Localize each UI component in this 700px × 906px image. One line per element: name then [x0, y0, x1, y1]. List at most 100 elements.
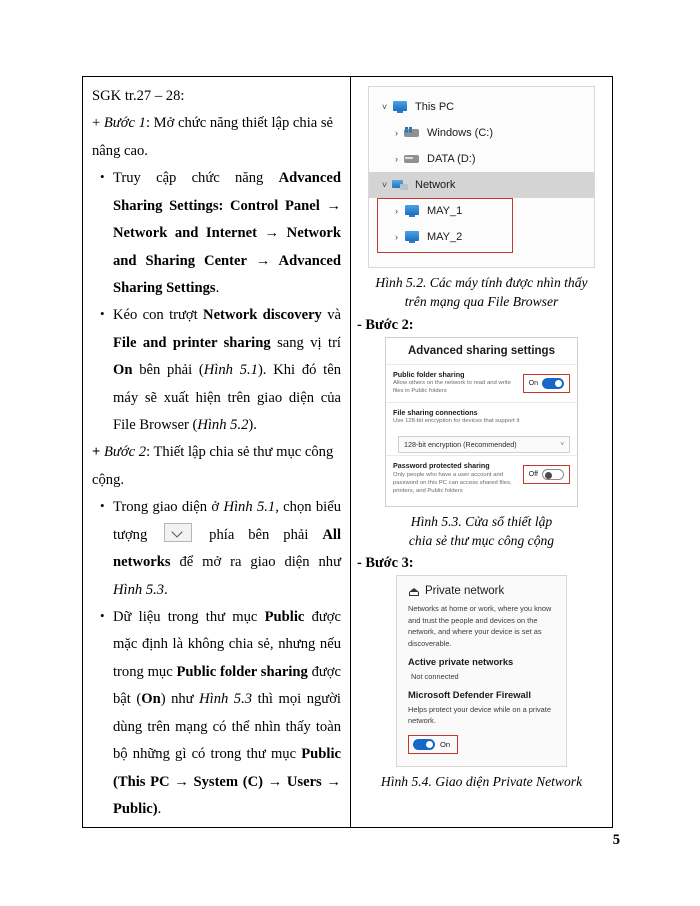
source-reference: SGK tr.27 – 28: — [92, 88, 185, 104]
figure-reference: Hình 5.2 — [197, 417, 249, 434]
section-public-folder-sharing: Public folder sharing Allow others on th… — [386, 363, 577, 402]
public-folder-sharing-toggle[interactable] — [542, 377, 564, 389]
tree-item-may-2[interactable]: › MAY_2 — [369, 224, 594, 250]
password-protected-sharing-toggle-group[interactable]: Off — [522, 465, 570, 485]
section-description: Only people who have a user account and … — [393, 471, 512, 494]
step-1-paragraph: + Bước 1: Mở chức năng thiết lập chia sẻ… — [92, 110, 341, 165]
monitor-icon — [392, 100, 409, 114]
caption-line: chia sẻ thư mục công cộng — [408, 532, 555, 548]
tree-item-windows-c[interactable]: › Windows (C:) — [369, 120, 594, 146]
toggle-label: On — [440, 739, 451, 749]
tree-item-label: MAY_2 — [427, 231, 463, 243]
monitor-icon — [404, 230, 421, 244]
section-file-sharing-connections: File sharing connections Use 128-bit enc… — [386, 401, 577, 432]
firewall-toggle[interactable] — [413, 738, 435, 750]
bullet-bold: Network discovery — [203, 307, 322, 324]
toggle-label: Off — [528, 471, 538, 479]
section-text: Password protected sharing Only people w… — [393, 461, 523, 495]
section-text: File sharing connections Use 128-bit enc… — [393, 408, 570, 426]
tree-item-label: Network — [415, 179, 456, 191]
bullet-bold: Public folder sharing — [176, 663, 308, 680]
bullet-text: . — [157, 800, 162, 817]
tree-item-label: This PC — [415, 101, 455, 113]
section-password-protected-sharing: Password protected sharing Only people w… — [386, 455, 577, 501]
chevron-down-icon[interactable]: ˅ — [377, 180, 392, 190]
bullet-bold: On — [141, 691, 161, 708]
bullet-text: . — [215, 279, 220, 296]
bullet-text: bên phải ( — [132, 362, 204, 379]
toggle-knob — [426, 740, 433, 748]
tree-item-network[interactable]: ˅ Network — [369, 172, 594, 198]
panel-title: Private network — [425, 585, 505, 598]
content-table: SGK tr.27 – 28: + Bước 1: Mở chức năng t… — [82, 76, 613, 828]
step-2-paragraph: + Bước 2: Thiết lập chia sẻ thư mục công… — [92, 439, 341, 494]
caption-line: Hình 5.3. Cửa sổ thiết lập — [410, 513, 553, 529]
document-page: SGK tr.27 – 28: + Bước 1: Mở chức năng t… — [0, 0, 700, 906]
table-cell-left: SGK tr.27 – 28: + Bước 1: Mở chức năng t… — [83, 77, 351, 827]
bullet-text: để mở ra giao diện như — [170, 554, 341, 571]
panel-title-row: Private network — [408, 585, 555, 597]
panel-title: Advanced sharing settings — [408, 344, 555, 357]
figure-reference: Hình 5.1 — [223, 499, 276, 516]
bullet-text: ) như — [160, 691, 200, 708]
bullet-bold: Public — [264, 609, 305, 626]
chevron-down-icon[interactable]: ˅ — [560, 442, 564, 448]
private-network-figure: Private network Networks at home or work… — [396, 575, 567, 767]
figure-53-caption: Hình 5.3. Cửa sổ thiết lập chia sẻ thư m… — [357, 512, 606, 551]
chevron-right-icon[interactable]: › — [389, 154, 404, 164]
section-heading: Public folder sharing — [393, 369, 465, 379]
bullet-text: Dữ liệu trong thư mục — [113, 609, 265, 626]
advanced-sharing-settings-figure: Advanced sharing settings Public folder … — [385, 336, 578, 507]
active-networks-value: Not connected — [411, 672, 459, 681]
step-1-label: Bước 1 — [103, 115, 146, 132]
list-item: Dữ liệu trong thư mục Public được mặc đị… — [100, 604, 341, 823]
chevron-down-icon[interactable]: ˅ — [377, 102, 392, 112]
bullet-text: Truy cập chức năng — [113, 170, 279, 187]
bullet-text: và — [321, 307, 341, 324]
bullet-text: sang vị trí — [270, 334, 341, 351]
network-icon — [392, 178, 409, 192]
tree-item-label: Windows (C:) — [427, 127, 494, 139]
step-2-label: Bước 2 — [103, 444, 147, 461]
encryption-select[interactable]: 128-bit encryption (Recommended) ˅ — [398, 436, 570, 454]
bullet-text: Kéo con trượt — [113, 307, 204, 324]
caption-line: trên mạng qua File Browser — [404, 294, 559, 310]
list-item: Trong giao diện ở Hình 5.1, chọn biểu tư… — [100, 494, 341, 604]
step-1-bullet-list: Truy cập chức năng Advanced Sharing Sett… — [92, 165, 341, 439]
chevron-down-icon — [164, 522, 193, 542]
tree-item-data-d[interactable]: › DATA (D:) — [369, 146, 594, 172]
step-1-prefix: + — [92, 115, 104, 132]
active-networks-heading: Active private networks — [408, 656, 514, 667]
figure-reference: Hình 5.3 — [199, 691, 253, 708]
firewall-toggle-group[interactable]: On — [408, 734, 459, 754]
figure-reference: Hình 5.1 — [203, 362, 258, 379]
public-folder-sharing-toggle-group[interactable]: On — [522, 373, 570, 393]
caption-line: Hình 5.4. Giao diện Private Network — [380, 773, 583, 789]
page-number: 5 — [612, 832, 620, 848]
bullet-bold: File and printer sharing — [113, 334, 271, 351]
figure-54-caption: Hình 5.4. Giao diện Private Network — [357, 772, 606, 791]
caption-line: Hình 5.2. Các máy tính được nhìn thấy — [375, 275, 588, 290]
figure-52-caption: Hình 5.2. Các máy tính được nhìn thấy tr… — [357, 273, 606, 312]
file-browser-figure: ˅ This PC › Windows (C:) › DATA (D:) ˅ N… — [368, 86, 595, 268]
tree-item-this-pc[interactable]: ˅ This PC — [369, 94, 594, 120]
bullet-bold: On — [113, 362, 133, 379]
password-protected-sharing-toggle[interactable] — [542, 469, 564, 481]
step-2-bullet-list: Trong giao diện ở Hình 5.1, chọn biểu tư… — [92, 494, 341, 823]
step-3-heading: - Bước 3: — [357, 555, 414, 572]
chevron-right-icon[interactable]: › — [389, 128, 404, 138]
figure-reference: Hình 5.3 — [113, 581, 165, 598]
section-text: Public folder sharing Allow others on th… — [393, 370, 523, 396]
chevron-right-icon[interactable]: › — [389, 232, 404, 242]
section-description: Allow others on the network to read and … — [393, 380, 511, 394]
drive-windows-icon — [404, 126, 421, 140]
step-2-prefix: + — [92, 444, 104, 461]
bullet-text: phía bên phải — [195, 526, 323, 543]
chevron-right-icon[interactable]: › — [389, 206, 404, 216]
tree-item-may-1[interactable]: › MAY_1 — [369, 198, 594, 224]
section-heading: File sharing connections — [393, 407, 478, 417]
bullet-text: . — [164, 581, 168, 598]
toggle-knob — [555, 379, 562, 387]
bullet-text: Trong giao diện ở — [113, 499, 224, 516]
bullet-bold: Advanced Sharing Settings: Control Panel… — [113, 170, 341, 296]
